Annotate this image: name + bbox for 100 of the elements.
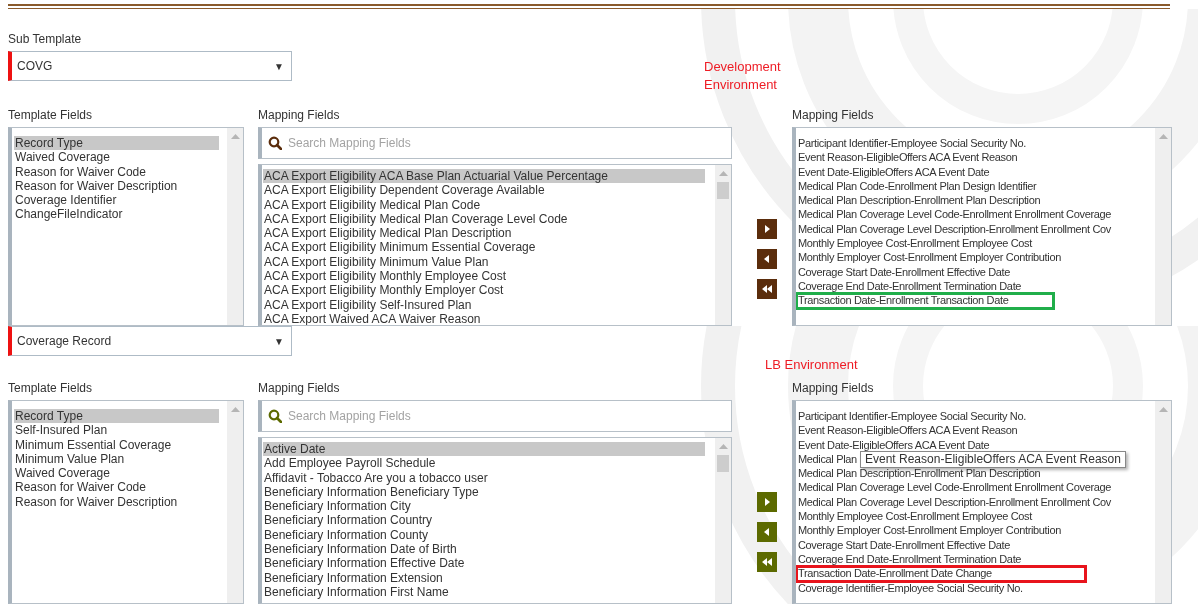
- list-item[interactable]: Monthly Employer Cost-Enrollment Employer Contribution: [798, 523, 1061, 538]
- remove-arrow-button[interactable]: [757, 249, 777, 269]
- list-item[interactable]: Transaction Date-Enrollment Transaction Date: [798, 293, 1009, 308]
- remove-arrow-button[interactable]: [757, 522, 777, 542]
- list-item[interactable]: Beneficiary Information Country: [263, 513, 705, 528]
- list-item[interactable]: Record Type: [14, 136, 219, 151]
- list-item[interactable]: ACA Export Eligibility ACA Base Plan Actuarial Value Percentage: [263, 169, 705, 184]
- scrollbar-thumb[interactable]: [717, 182, 729, 199]
- environment-label: LB Environment: [765, 356, 858, 374]
- list-item[interactable]: ACA Export Eligibility Medical Plan Code: [263, 197, 705, 212]
- list-item[interactable]: Affidavit - Tobacco Are you a tobacco user: [263, 470, 705, 485]
- list-item[interactable]: ACA Export Eligibility Dependent Coverage Available: [263, 183, 705, 198]
- column-label: Mapping Fields: [792, 108, 874, 122]
- list-item[interactable]: Coverage Identifier-Employee Social Security No.: [798, 580, 1023, 595]
- double-left-arrow-icon: [761, 557, 773, 567]
- list-item[interactable]: Coverage Identifier: [14, 193, 219, 208]
- template-fields-list[interactable]: Record Type Self-Insured Plan Minimum Essential Coverage Minimum Value Plan Waived Coverage Reason for Waiver Code Reason for Waiver Description: [8, 400, 244, 604]
- list-item[interactable]: ACA Export Eligibility Medical Plan Coverage Level Code: [263, 211, 705, 227]
- list-item[interactable]: Beneficiary Information Date of Birth: [263, 542, 705, 557]
- search-input[interactable]: Search Mapping Fields: [288, 134, 731, 152]
- scrollbar-thumb[interactable]: [717, 455, 729, 472]
- scroll-up-arrow-icon: [718, 171, 728, 176]
- add-arrow-button[interactable]: [757, 492, 777, 512]
- list-item[interactable]: Beneficiary Information Extension: [263, 570, 705, 585]
- list-item[interactable]: ACA Export Eligibility Medical Plan Description: [263, 226, 705, 241]
- list-item[interactable]: ACA Export Eligibility Minimum Value Plan: [263, 254, 705, 270]
- search-icon: [268, 409, 282, 423]
- mapping-fields-list[interactable]: [258, 437, 732, 604]
- scroll-up-arrow-icon: [1158, 134, 1168, 139]
- list-item[interactable]: Beneficiary Information First Name: [263, 584, 705, 600]
- list-item[interactable]: Participant Identifier-Employee Social Security No.: [798, 136, 1026, 151]
- list-item[interactable]: Medical Plan Description-Enrollment Plan Description: [798, 466, 1041, 481]
- list-item[interactable]: Waived Coverage: [14, 466, 219, 481]
- search-field[interactable]: Search Mapping Fields: [258, 127, 732, 159]
- list-item[interactable]: ACA Export Eligibility Monthly Employee Cost: [263, 269, 705, 284]
- play-left-icon: [762, 527, 772, 537]
- add-arrow-button[interactable]: [757, 219, 777, 239]
- remove-all-button[interactable]: [757, 552, 777, 572]
- list-item[interactable]: ACA Export Eligibility Monthly Employer Cost: [263, 283, 705, 298]
- play-right-icon: [762, 497, 772, 507]
- environment-label: Development Environment: [704, 58, 782, 94]
- remove-all-button[interactable]: [757, 279, 777, 299]
- column-label: Mapping Fields: [258, 381, 340, 395]
- list-item[interactable]: Monthly Employee Cost-Enrollment Employee Cost: [798, 236, 1032, 251]
- list-item[interactable]: Event Reason-EligibleOffers ACA Event Reason: [798, 150, 1018, 165]
- list-item[interactable]: Medical Plan Coverage Level Description-Enrollment Enrollment Cov: [798, 494, 1111, 510]
- list-item[interactable]: ACA Export Waived ACA Waiver Reason: [263, 311, 705, 325]
- sub-template-dropdown[interactable]: COVG ▼: [8, 51, 292, 81]
- mapped-fields-list[interactable]: [792, 400, 1172, 604]
- play-right-icon: [762, 224, 772, 234]
- scroll-up-arrow-icon: [1158, 407, 1168, 412]
- double-left-arrow-icon: [761, 284, 773, 294]
- scroll-up-arrow-icon: [718, 444, 728, 449]
- list-item[interactable]: Beneficiary Information County: [263, 527, 705, 543]
- list-item[interactable]: Medical Plan Coverage Level Code-Enrollment Enrollment Coverage: [798, 480, 1111, 495]
- list-item[interactable]: Reason for Waiver Description: [14, 494, 219, 510]
- list-item[interactable]: Event Date-EligibleOffers ACA Event Date: [798, 437, 990, 452]
- list-item[interactable]: Medical Plan Code-Enrollment Plan Design Identifier: [798, 178, 1037, 194]
- play-left-icon: [762, 254, 772, 264]
- list-item[interactable]: Reason for Waiver Code: [14, 164, 219, 179]
- list-item[interactable]: Beneficiary Information Beneficiary Type: [263, 484, 705, 500]
- list-item[interactable]: Record Type: [14, 409, 219, 424]
- mapped-fields-list[interactable]: [792, 127, 1172, 326]
- list-item[interactable]: Reason for Waiver Description: [14, 178, 219, 194]
- search-icon: [268, 136, 282, 150]
- mapping-fields-list[interactable]: [258, 164, 732, 326]
- template-fields-list[interactable]: Record Type Waived Coverage Reason for Waiver Code Reason for Waiver Description Coverage Identifier ChangeFileIndicator: [8, 127, 244, 326]
- sub-template-dropdown[interactable]: Coverage Record ▼: [8, 326, 292, 356]
- list-item[interactable]: Coverage End Date-Enrollment Termination Date: [798, 278, 1022, 294]
- list-item[interactable]: ChangeFileIndicator: [14, 207, 219, 222]
- list-item[interactable]: Coverage End Date-Enrollment Termination Date: [798, 551, 1022, 567]
- list-item[interactable]: ACA Export Eligibility Self-Insured Plan: [263, 297, 705, 312]
- list-item[interactable]: Monthly Employer Cost-Enrollment Employer Contribution: [798, 250, 1061, 265]
- list-item[interactable]: Medical Plan Coverage Level Description-Enrollment Enrollment Cov: [798, 221, 1111, 237]
- list-item[interactable]: Self-Insured Plan: [14, 423, 219, 438]
- list-item[interactable]: Event Date-EligibleOffers ACA Event Date: [798, 164, 990, 179]
- list-item[interactable]: Beneficiary Information City: [263, 499, 705, 514]
- list-item[interactable]: Minimum Essential Coverage: [14, 437, 219, 452]
- column-label: Mapping Fields: [792, 381, 874, 395]
- list-item[interactable]: Medical Plan: [798, 451, 857, 467]
- list-item[interactable]: Medical Plan Description-Enrollment Plan Description: [798, 193, 1041, 208]
- scroll-up-arrow-icon: [230, 407, 240, 412]
- list-item[interactable]: ACA Export Eligibility Minimum Essential Coverage: [263, 240, 705, 255]
- list-item[interactable]: Beneficiary Information Effective Date: [263, 556, 705, 571]
- tooltip: Event Reason-EligibleOffers ACA Event Reason: [860, 450, 1126, 468]
- list-item[interactable]: Coverage Start Date-Enrollment Effective Date: [798, 264, 1011, 279]
- list-item[interactable]: Monthly Employee Cost-Enrollment Employee Cost: [798, 509, 1032, 524]
- list-item[interactable]: Waived Coverage: [14, 150, 219, 165]
- search-field[interactable]: Search Mapping Fields: [258, 400, 732, 432]
- search-input[interactable]: Search Mapping Fields: [288, 407, 731, 425]
- list-item[interactable]: Minimum Value Plan: [14, 451, 219, 467]
- list-item[interactable]: Medical Plan Coverage Level Code-Enrollment Enrollment Coverage: [798, 207, 1111, 222]
- list-item[interactable]: Coverage Start Date-Enrollment Effective Date: [798, 537, 1011, 552]
- list-item[interactable]: Transaction Date-Enrollment Date Change: [798, 566, 992, 581]
- list-item[interactable]: Add Employee Payroll Schedule: [263, 456, 705, 471]
- list-item[interactable]: Active Date: [263, 442, 705, 457]
- sub-template-label: Sub Template: [8, 31, 82, 47]
- list-item[interactable]: Event Reason-EligibleOffers ACA Event Reason: [798, 423, 1018, 438]
- list-item[interactable]: Participant Identifier-Employee Social Security No.: [798, 409, 1026, 424]
- list-item[interactable]: Reason for Waiver Code: [14, 480, 219, 495]
